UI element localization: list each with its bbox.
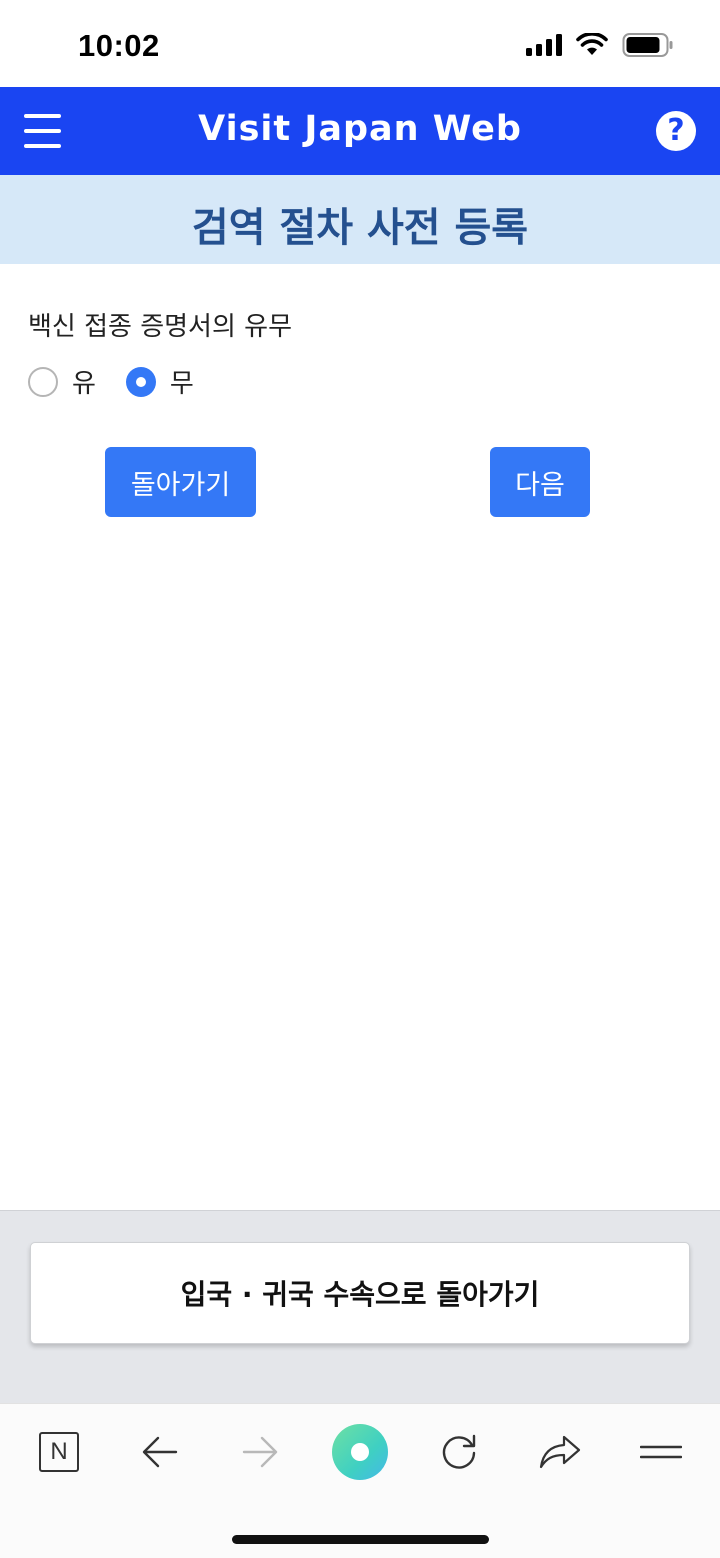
browser-toolbar: N xyxy=(0,1403,720,1558)
back-arrow-icon xyxy=(142,1436,178,1468)
app-header: Visit Japan Web ? xyxy=(0,87,720,175)
app-title: Visit Japan Web xyxy=(198,109,522,149)
vaccine-certificate-question: 백신 접종 증명서의 유무 xyxy=(28,312,292,342)
radio-checked-icon[interactable] xyxy=(125,366,156,397)
menu-icon xyxy=(640,1445,682,1459)
status-icons xyxy=(526,32,674,58)
help-icon[interactable]: ? xyxy=(656,111,696,151)
naver-icon: N xyxy=(39,1432,79,1472)
status-time: 10:02 xyxy=(78,28,160,63)
back-arrow-button[interactable] xyxy=(130,1422,190,1482)
page-title: 검역 절차 사전 등록 xyxy=(191,205,529,251)
status-bar: 10:02 xyxy=(0,0,720,87)
share-icon xyxy=(539,1435,581,1469)
reload-button[interactable] xyxy=(429,1422,489,1482)
page-title-band: 검역 절차 사전 등록 xyxy=(0,175,720,264)
bottom-panel: 입국 · 귀국 수속으로 돌아가기 xyxy=(0,1210,720,1403)
radio-label-no: 무 xyxy=(169,369,194,399)
next-button[interactable]: 다음 xyxy=(490,447,590,517)
cellular-signal-icon xyxy=(526,34,562,56)
naver-home-button[interactable]: N xyxy=(29,1422,89,1482)
wifi-icon xyxy=(576,33,608,55)
browser-menu-button[interactable] xyxy=(631,1422,691,1482)
home-indicator xyxy=(232,1535,489,1544)
radio-option-yes[interactable]: 유 xyxy=(28,363,96,400)
return-to-procedures-button[interactable]: 입국 · 귀국 수속으로 돌아가기 xyxy=(30,1242,690,1344)
forward-arrow-icon xyxy=(242,1436,278,1468)
battery-icon xyxy=(622,33,673,57)
radio-label-yes: 유 xyxy=(72,369,96,399)
back-button[interactable]: 돌아가기 xyxy=(105,447,256,517)
forward-arrow-button[interactable] xyxy=(230,1422,290,1482)
share-button[interactable] xyxy=(530,1422,590,1482)
home-icon xyxy=(332,1424,388,1480)
radio-option-no[interactable]: 무 xyxy=(125,363,194,400)
vaccine-certificate-radio-group: 유 무 xyxy=(28,363,224,400)
home-button[interactable] xyxy=(330,1422,390,1482)
radio-unchecked-icon[interactable] xyxy=(28,366,58,397)
reload-icon xyxy=(442,1434,476,1469)
